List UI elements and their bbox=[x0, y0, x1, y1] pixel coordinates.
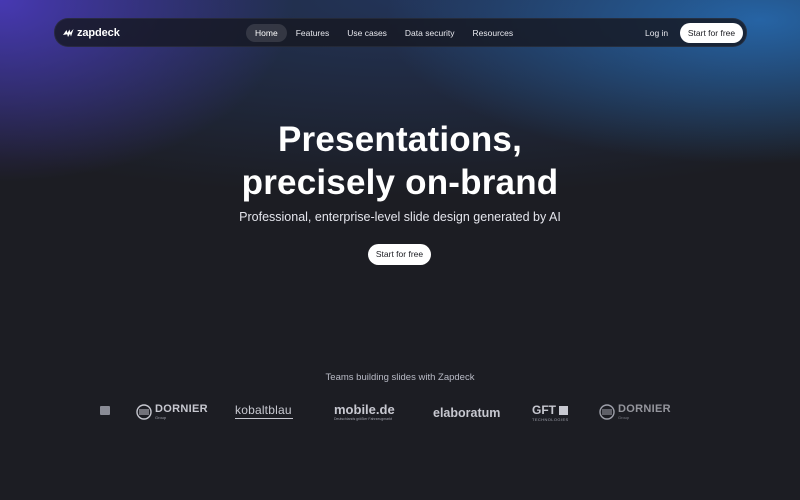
kobaltblau-logo: kobaltblau bbox=[235, 404, 293, 419]
dornier-emblem-icon bbox=[136, 404, 152, 420]
nav-link-resources[interactable]: Resources bbox=[464, 24, 523, 42]
nav-start-free-button[interactable]: Start for free bbox=[680, 23, 743, 43]
mobile-de-logo-text: mobile.de bbox=[334, 402, 395, 417]
hero-title: Presentations, precisely on-brand bbox=[0, 118, 800, 204]
brand-name: zapdeck bbox=[77, 27, 120, 39]
gft-logo-sub: TECHNOLOGIES bbox=[532, 417, 569, 422]
nav-link-data-security[interactable]: Data security bbox=[396, 24, 464, 42]
lightning-logo-icon bbox=[63, 29, 74, 37]
gft-logo-text: GFT bbox=[532, 403, 556, 417]
dornier-logo-2: DORNIER Group bbox=[599, 404, 671, 420]
kobaltblau-logo-text: kobaltblau bbox=[235, 403, 292, 417]
dornier-logo-2-text: DORNIER bbox=[618, 403, 671, 415]
mobile-de-logo-sub: Deutschlands größter Fahrzeugmarkt bbox=[334, 417, 392, 421]
nav-links: Home Features Use cases Data security Re… bbox=[246, 24, 522, 42]
dornier-logo-text: DORNIER bbox=[155, 403, 208, 415]
nav-link-features[interactable]: Features bbox=[287, 24, 339, 42]
brand-logo[interactable]: zapdeck bbox=[63, 24, 120, 42]
hero-title-line-1: Presentations, bbox=[278, 120, 522, 159]
login-link[interactable]: Log in bbox=[645, 24, 668, 42]
customer-logo-strip: DORNIER Group kobaltblau mobile.de Deuts… bbox=[0, 398, 800, 428]
hero-subtitle: Professional, enterprise-level slide des… bbox=[239, 210, 561, 224]
top-navbar: zapdeck Home Features Use cases Data sec… bbox=[54, 18, 747, 47]
gft-square-icon bbox=[559, 406, 568, 415]
hero-start-free-button[interactable]: Start for free bbox=[368, 244, 431, 265]
kobaltblau-underline bbox=[235, 418, 293, 419]
elaboratum-logo-text: elaboratum bbox=[433, 406, 501, 420]
partial-logo bbox=[100, 406, 110, 415]
nav-link-use-cases[interactable]: Use cases bbox=[338, 24, 396, 42]
dornier-emblem-icon bbox=[599, 404, 615, 420]
elaboratum-logo: elaboratum bbox=[433, 406, 500, 420]
dornier-logo-2-sub: Group bbox=[618, 415, 630, 420]
teams-heading: Teams building slides with Zapdeck bbox=[325, 372, 475, 383]
mobile-de-logo: mobile.de Deutschlands größter Fahrzeugm… bbox=[334, 403, 395, 422]
gft-logo: GFT TECHNOLOGIES bbox=[532, 403, 569, 423]
hero-title-line-2: precisely on-brand bbox=[241, 163, 559, 202]
dornier-logo-sub: Group bbox=[155, 415, 167, 420]
dornier-logo: DORNIER Group bbox=[136, 404, 208, 420]
nav-link-home[interactable]: Home bbox=[246, 24, 287, 42]
